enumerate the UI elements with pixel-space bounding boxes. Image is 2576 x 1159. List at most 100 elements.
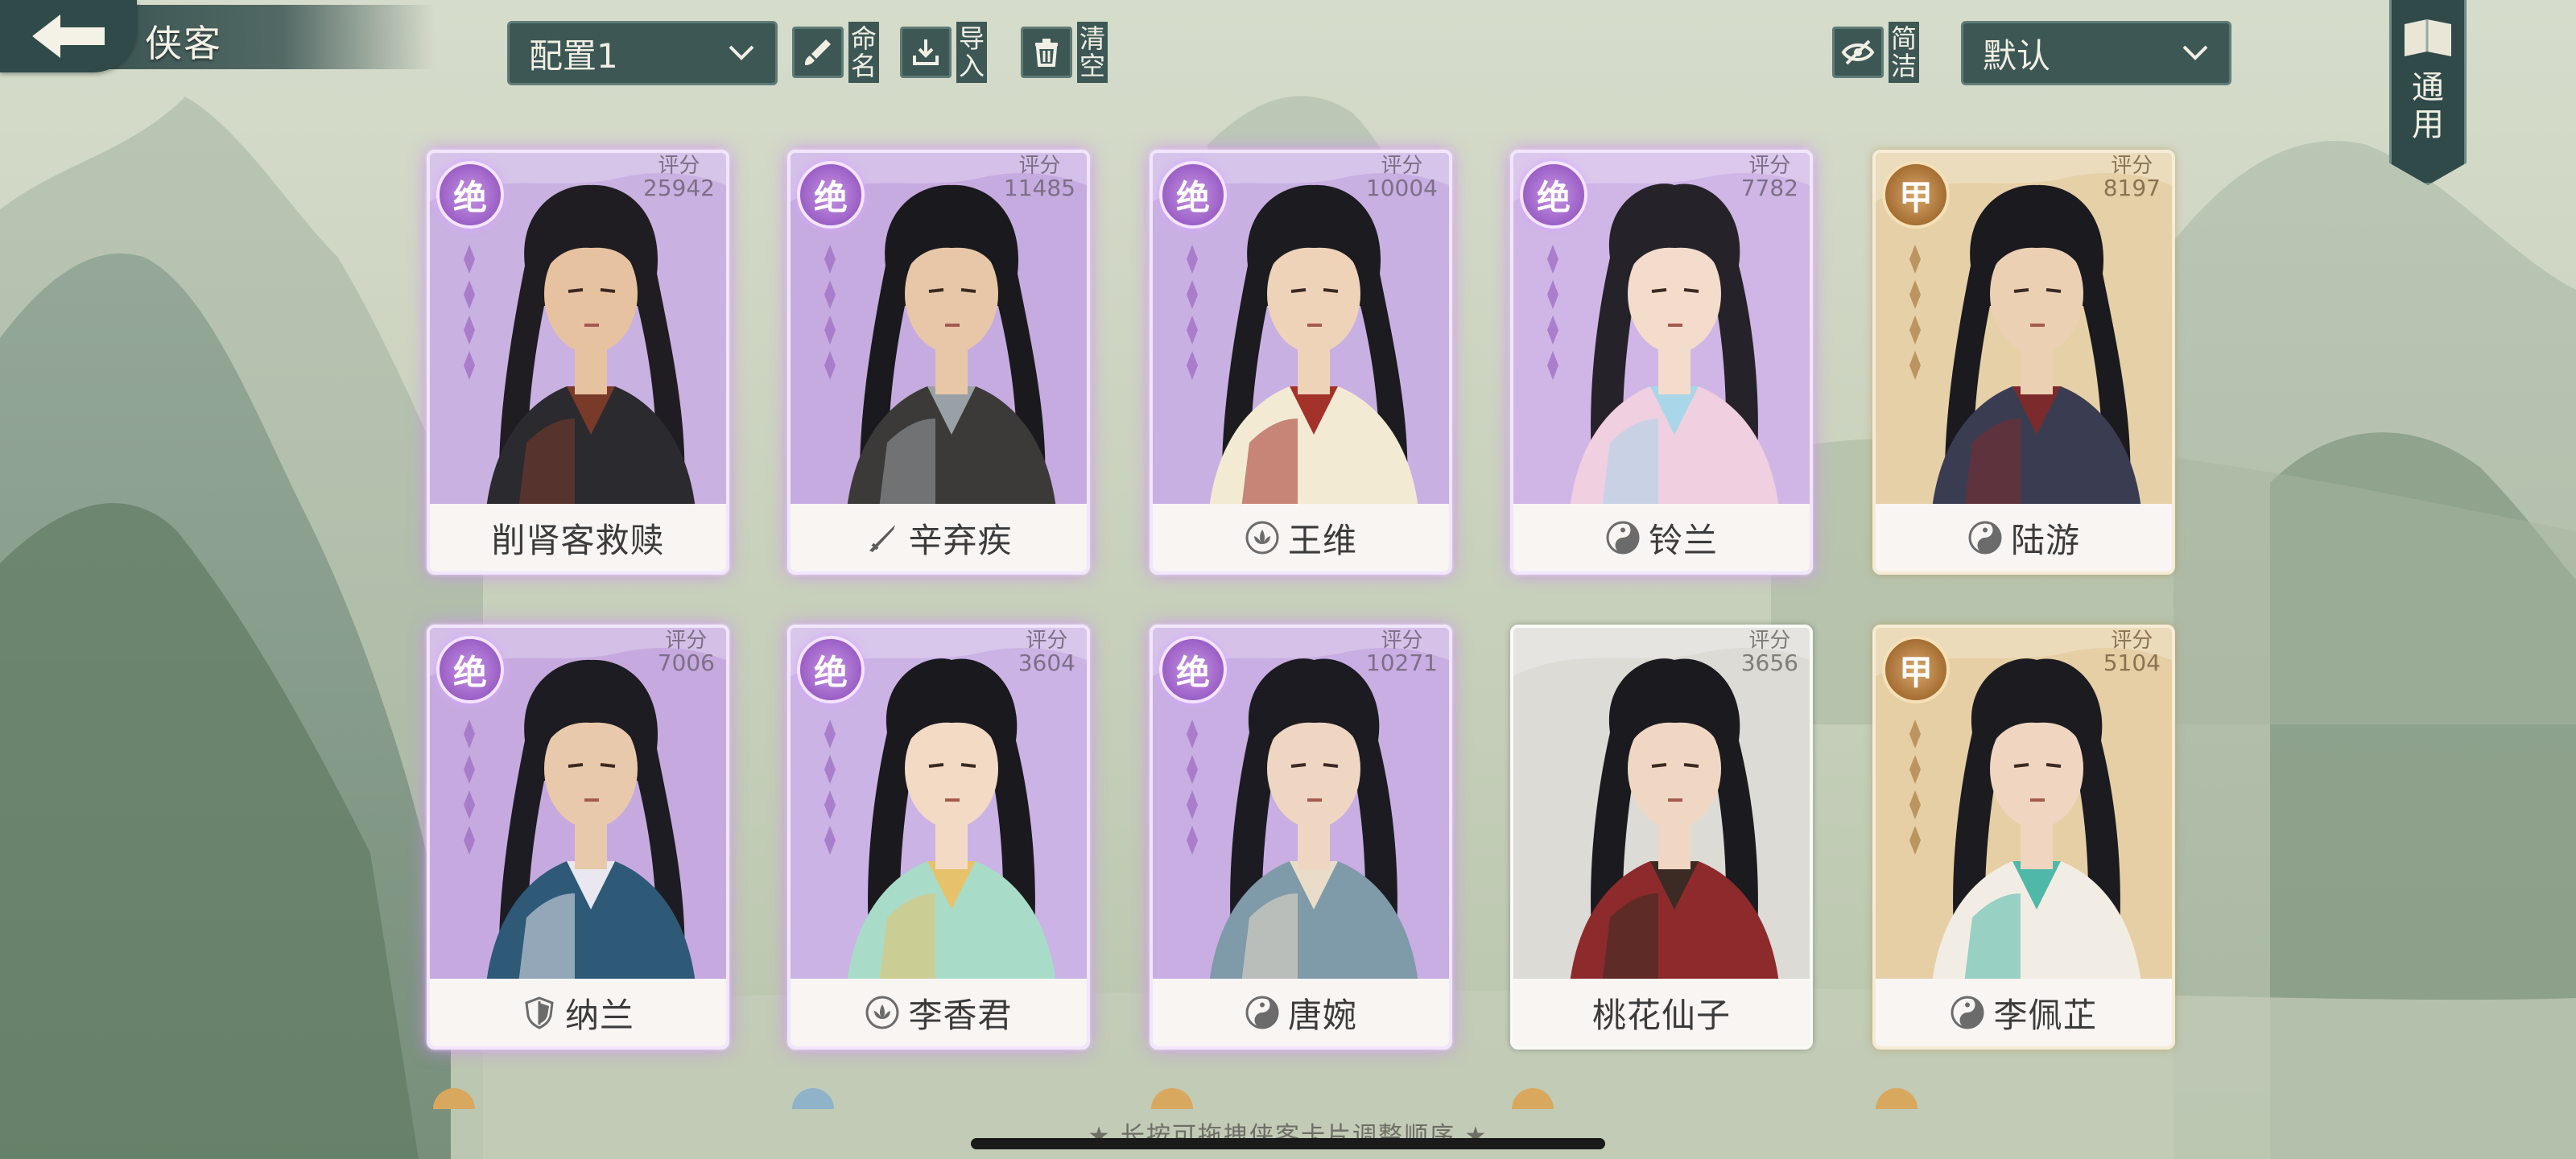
score-label: 评分 <box>1026 629 1068 653</box>
rank-badge: 甲 <box>1882 161 1950 229</box>
page-title: 侠客 <box>145 22 222 65</box>
brush-icon <box>792 27 844 78</box>
hero-card[interactable]: 评分 7006 绝 纳兰 <box>427 625 729 1050</box>
star-rating <box>1187 245 1198 380</box>
chevron-down-icon <box>2182 45 2208 60</box>
home-indicator <box>971 1138 1605 1149</box>
hero-name-bar: 削肾客救赎 <box>430 504 726 571</box>
score-value: 7782 <box>1740 175 1798 201</box>
back-button[interactable] <box>0 0 137 72</box>
score-label: 评分 <box>665 629 708 653</box>
simple-mode-button[interactable]: 简洁 <box>1832 19 1919 85</box>
score-block: 评分 7006 <box>658 629 715 674</box>
star-rating <box>1187 720 1198 855</box>
hero-name: 唐婉 <box>1287 995 1357 1035</box>
rank-badge: 绝 <box>1159 636 1227 703</box>
import-button[interactable]: 导入 <box>900 19 987 85</box>
sort-select-value: 默认 <box>1983 35 2051 76</box>
hero-card[interactable]: 评分 3604 绝 李香君 <box>787 625 1090 1050</box>
taiji-icon <box>1245 996 1279 1029</box>
score-label: 评分 <box>1748 629 1791 653</box>
star-rating <box>1909 245 1921 380</box>
rank-badge: 绝 <box>797 636 865 703</box>
hero-name: 李香君 <box>908 995 1013 1035</box>
score-value: 8197 <box>2103 175 2161 201</box>
hero-name-bar: 纳兰 <box>430 979 726 1046</box>
eye-slash-icon <box>1832 27 1884 78</box>
hero-name: 王维 <box>1287 520 1357 560</box>
hero-card[interactable]: 评分 3656 桃花仙子 <box>1510 625 1813 1050</box>
rank-badge: 绝 <box>1520 161 1587 229</box>
score-block: 评分 5104 <box>2103 629 2161 674</box>
clear-button[interactable]: 清空 <box>1021 19 1108 85</box>
score-block: 评分 7782 <box>1741 155 1798 200</box>
hero-name-bar: 李香君 <box>791 979 1087 1046</box>
sort-select[interactable]: 默认 <box>1961 21 2231 85</box>
star-rating <box>1547 245 1558 380</box>
score-block: 评分 10271 <box>1366 629 1438 674</box>
config-select-value: 配置1 <box>529 35 618 76</box>
hero-name: 陆游 <box>2010 520 2080 560</box>
sword-icon <box>869 525 896 552</box>
chevron-down-icon <box>729 45 754 60</box>
hero-card[interactable]: 评分 5104 甲 李佩芷 <box>1872 625 2175 1050</box>
score-value: 10271 <box>1365 650 1438 676</box>
rank-badge: 绝 <box>436 636 504 703</box>
back-arrow-icon <box>32 14 105 58</box>
hero-card[interactable]: 评分 10004 绝 王维 <box>1150 150 1452 575</box>
hero-name-bar: 李佩芷 <box>1876 979 2172 1046</box>
score-label: 评分 <box>1018 154 1061 178</box>
score-label: 评分 <box>2111 629 2153 653</box>
hero-card[interactable]: 评分 11485 绝 辛弃疾 <box>787 150 1090 575</box>
hero-card[interactable]: 评分 10271 绝 唐婉 <box>1150 625 1452 1050</box>
general-label: 通用 <box>2412 69 2444 143</box>
rank-badge: 绝 <box>797 161 865 229</box>
taiji-icon <box>1951 996 1984 1029</box>
star-rating <box>464 245 475 380</box>
import-label: 导入 <box>956 22 987 83</box>
rename-label: 命名 <box>848 22 879 83</box>
score-value: 5104 <box>2103 650 2161 676</box>
config-select[interactable]: 配置1 <box>507 21 778 85</box>
clear-label: 清空 <box>1077 22 1108 83</box>
hero-name: 桃花仙子 <box>1591 995 1731 1035</box>
taiji-icon <box>1606 521 1640 555</box>
score-label: 评分 <box>2111 154 2153 178</box>
score-block: 评分 8197 <box>2103 155 2161 200</box>
hero-name: 纳兰 <box>564 995 634 1035</box>
lotus-icon <box>865 996 899 1029</box>
hero-name: 辛弃疾 <box>908 520 1013 560</box>
hero-name-bar: 陆游 <box>1876 504 2172 571</box>
rename-button[interactable]: 命名 <box>792 19 879 85</box>
score-value: 3604 <box>1018 650 1075 676</box>
score-block: 评分 11485 <box>1004 155 1075 200</box>
star-rating <box>464 720 475 855</box>
score-value: 3656 <box>1740 650 1798 676</box>
hero-name-bar: 桃花仙子 <box>1513 979 1810 1046</box>
score-block: 评分 10004 <box>1366 155 1438 200</box>
hero-name: 铃兰 <box>1648 520 1718 560</box>
hero-name-bar: 铃兰 <box>1513 504 1810 571</box>
score-block: 评分 25942 <box>643 155 715 200</box>
hero-portrait <box>1513 628 1810 984</box>
hero-card[interactable]: 评分 25942 绝 削肾客救赎 <box>427 150 729 575</box>
book-icon <box>2405 19 2451 56</box>
score-label: 评分 <box>658 154 700 178</box>
score-value: 25942 <box>642 175 715 201</box>
score-value: 11485 <box>1003 175 1075 201</box>
trash-icon <box>1021 27 1072 78</box>
simple-label: 简洁 <box>1889 22 1919 83</box>
rank-badge: 绝 <box>436 161 504 229</box>
general-tab-button[interactable]: 通用 <box>2389 0 2467 185</box>
hero-name-bar: 唐婉 <box>1153 979 1449 1046</box>
star-rating <box>824 720 836 855</box>
taiji-icon <box>1968 521 2002 555</box>
hero-name-bar: 辛弃疾 <box>791 504 1087 571</box>
score-label: 评分 <box>1381 154 1423 178</box>
hero-name: 李佩芷 <box>1993 995 2098 1035</box>
hero-card[interactable]: 评分 8197 甲 陆游 <box>1872 150 2175 575</box>
lotus-icon <box>1245 521 1279 555</box>
score-value: 10004 <box>1365 175 1438 201</box>
hero-card[interactable]: 评分 7782 绝 铃兰 <box>1510 150 1813 575</box>
score-block: 评分 3656 <box>1741 629 1798 674</box>
